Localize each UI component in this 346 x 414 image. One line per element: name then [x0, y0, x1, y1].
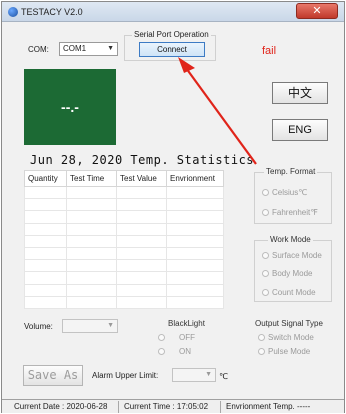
- app-window: TESTACY V2.0 ✕ COM: COM1 ▼ Serial Port O…: [1, 1, 345, 413]
- arrow-shaft: [185, 67, 257, 165]
- annotation-arrow: [178, 57, 257, 165]
- arrow-head: [178, 57, 195, 73]
